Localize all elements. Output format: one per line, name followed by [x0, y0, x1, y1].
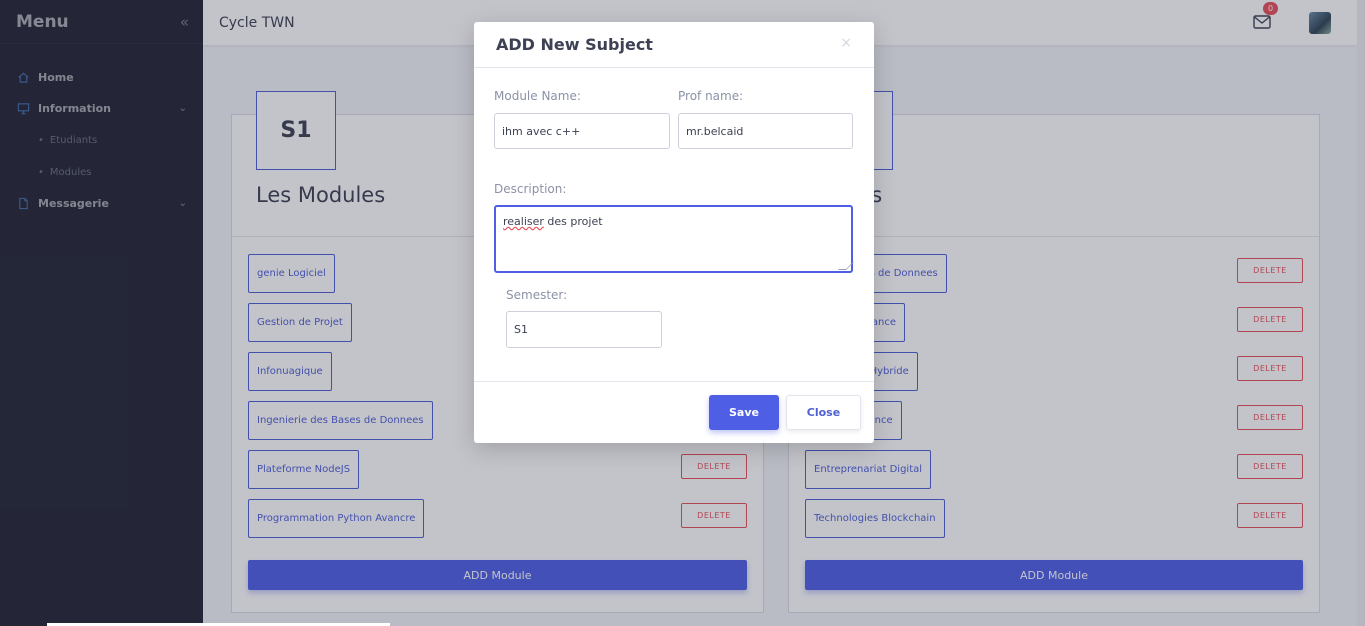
semester-label: Semester: — [506, 288, 568, 302]
misspelled-word: realiser — [503, 215, 544, 228]
modal-footer-divider — [474, 381, 874, 382]
close-button[interactable]: Close — [786, 395, 861, 430]
close-icon[interactable]: × — [840, 35, 852, 51]
semester-input[interactable]: S1 — [506, 311, 662, 348]
description-label: Description: — [494, 182, 567, 196]
modal-title: ADD New Subject — [496, 35, 653, 54]
module-name-label: Module Name: — [494, 89, 581, 103]
save-button[interactable]: Save — [709, 395, 779, 430]
modal-header: ADD New Subject × — [474, 22, 874, 68]
sidebar-backdrop — [0, 0, 203, 626]
module-name-input[interactable]: ihm avec c++ — [494, 113, 670, 149]
description-textarea[interactable]: realiser des projet — [494, 205, 854, 273]
resize-handle-icon[interactable] — [838, 262, 854, 270]
prof-name-label: Prof name: — [678, 89, 744, 103]
add-subject-modal: ADD New Subject × Module Name: ihm avec … — [474, 22, 874, 443]
prof-name-input[interactable]: mr.belcaid — [678, 113, 853, 149]
description-text: des projet — [543, 215, 603, 228]
